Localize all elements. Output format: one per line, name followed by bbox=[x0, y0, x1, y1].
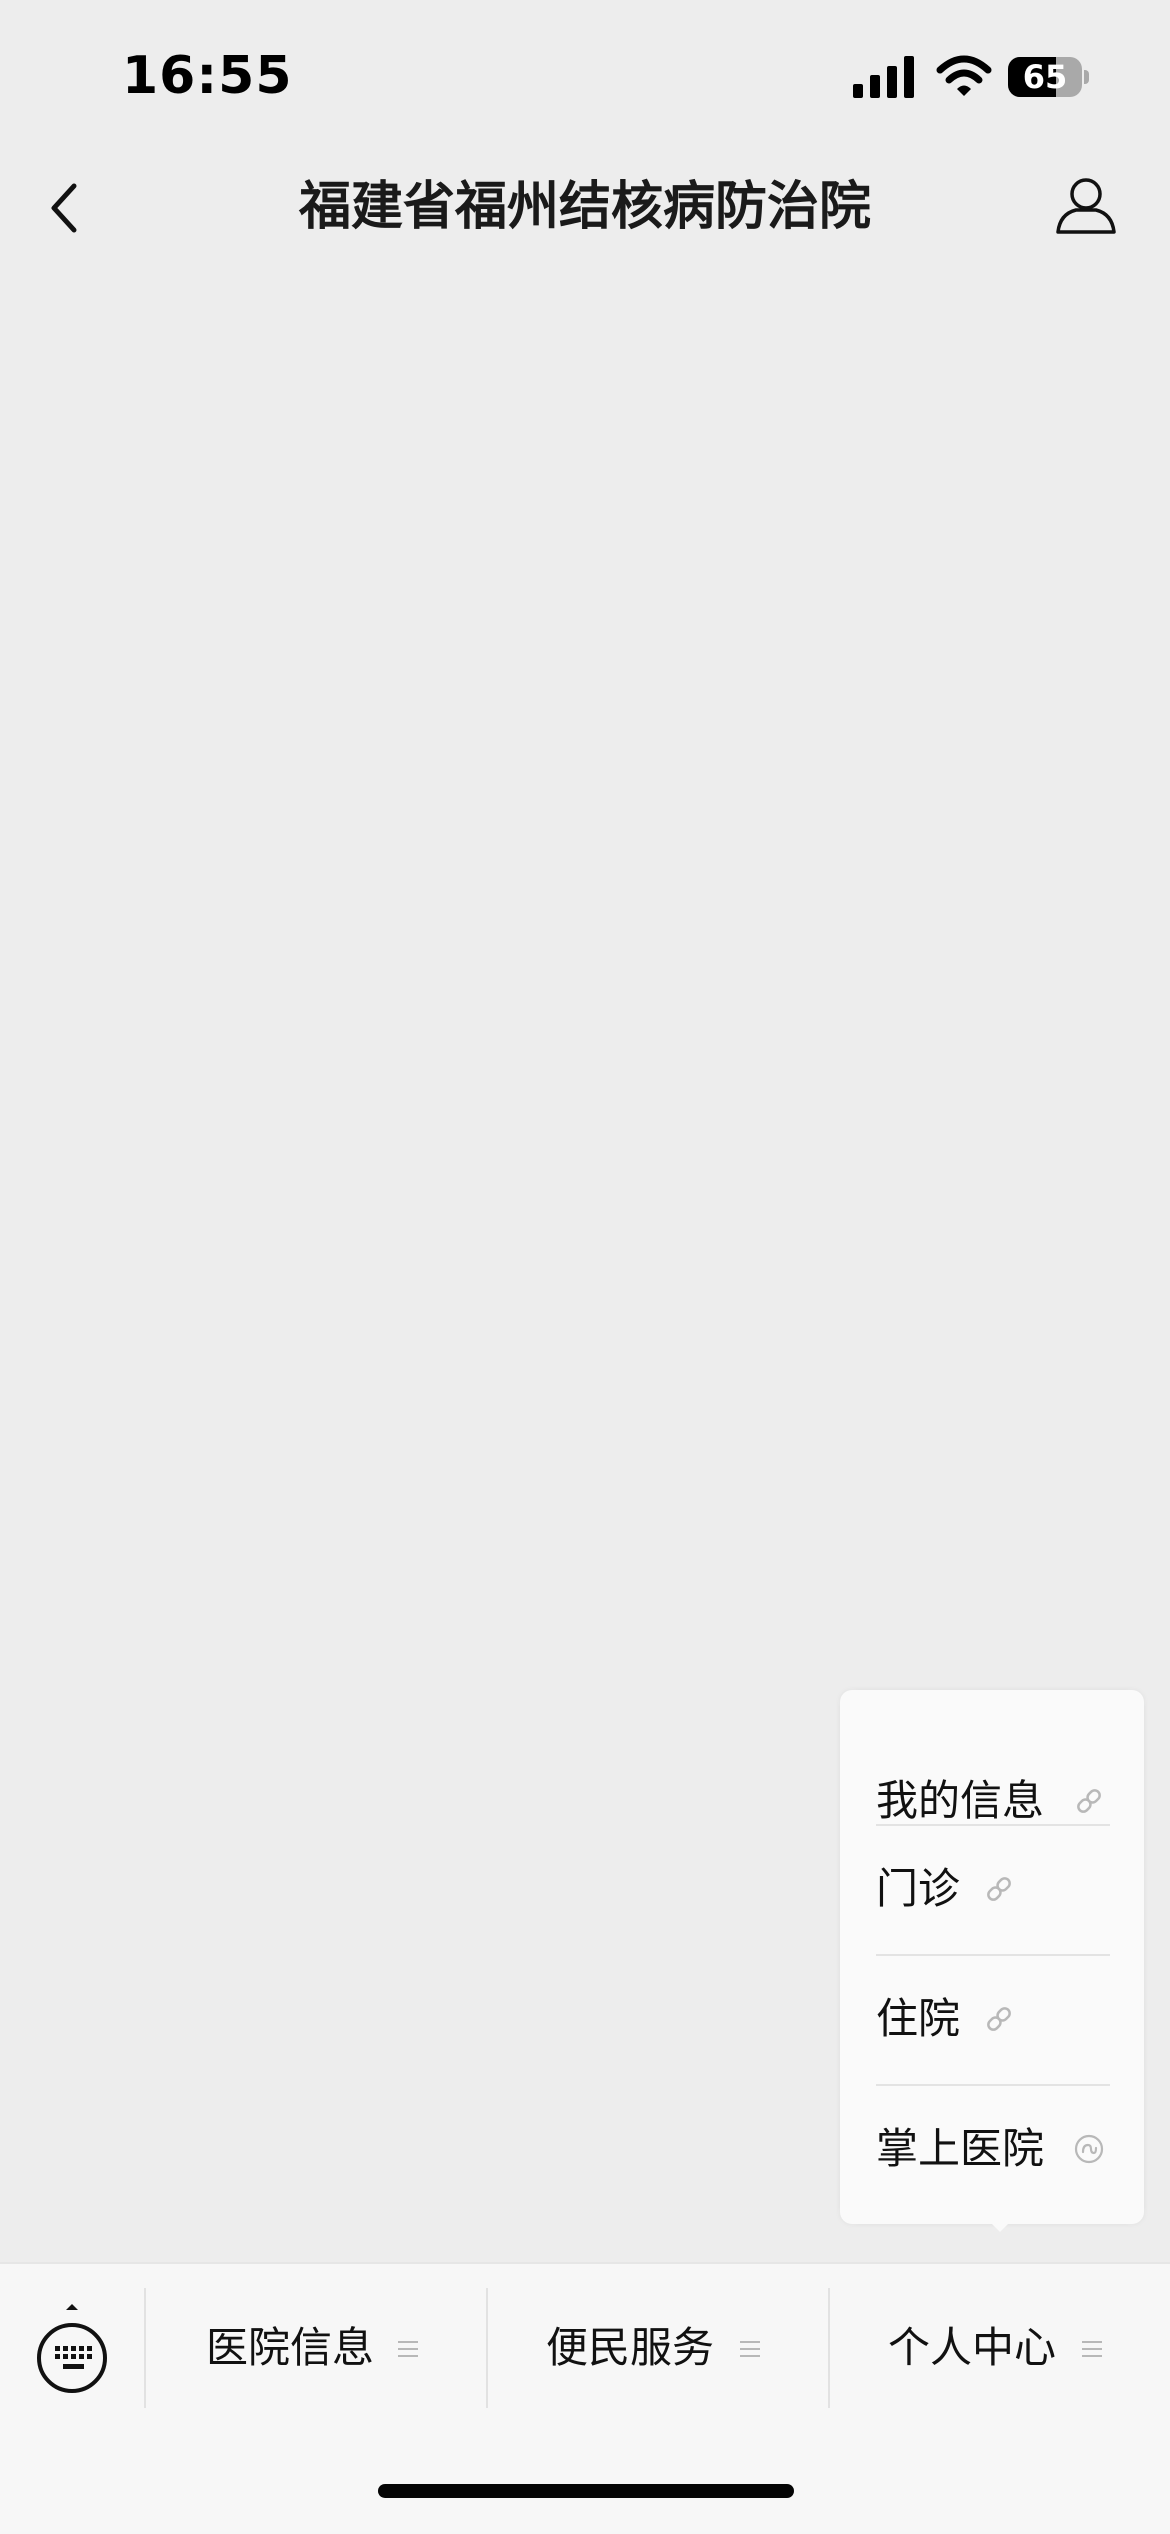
profile-icon[interactable] bbox=[1054, 174, 1118, 238]
keyboard-icon[interactable] bbox=[34, 2302, 110, 2402]
menu-lines-icon bbox=[1082, 2341, 1102, 2357]
status-bar: 16:55 65 bbox=[0, 0, 1170, 150]
menu-tab-hospital-info[interactable]: 医院信息 bbox=[146, 2288, 486, 2408]
battery-level: 65 bbox=[1022, 58, 1068, 96]
menu-tab-label: 个人中心 bbox=[888, 2323, 1057, 2372]
menu-tab-personal-center[interactable]: 个人中心 bbox=[830, 2288, 1170, 2408]
page-title: 福建省福州结核病防治院 bbox=[298, 177, 871, 237]
signal-icon bbox=[853, 56, 914, 98]
nav-bar: 福建省福州结核病防治院 bbox=[0, 150, 1170, 264]
submenu-item-label: 掌上医院 bbox=[876, 2124, 1045, 2173]
submenu-item-label: 门诊 bbox=[876, 1864, 961, 1913]
menu-tab-convenience-services[interactable]: 便民服务 bbox=[488, 2288, 828, 2408]
menu-tab-label: 便民服务 bbox=[546, 2323, 715, 2372]
status-time: 16:55 bbox=[122, 46, 293, 106]
menu-lines-icon bbox=[398, 2341, 418, 2357]
battery-tip bbox=[1084, 70, 1089, 84]
wifi-icon bbox=[936, 55, 992, 96]
mini-program-icon bbox=[1074, 2134, 1104, 2164]
link-icon bbox=[987, 1877, 1011, 1901]
back-icon[interactable] bbox=[44, 178, 88, 238]
link-icon bbox=[987, 2007, 1011, 2031]
battery-icon: 65 bbox=[1008, 57, 1089, 97]
menu-tab-label: 医院信息 bbox=[206, 2323, 375, 2372]
submenu-popup: 我的信息 门诊 住院 掌上医院 bbox=[840, 1690, 1144, 2224]
menu-lines-icon bbox=[740, 2341, 760, 2357]
popup-arrow bbox=[986, 2218, 1014, 2232]
link-icon bbox=[1077, 1789, 1101, 1813]
submenu-item-label: 住院 bbox=[876, 1994, 961, 2043]
home-indicator[interactable] bbox=[378, 2484, 794, 2498]
battery-body: 65 bbox=[1008, 57, 1082, 97]
